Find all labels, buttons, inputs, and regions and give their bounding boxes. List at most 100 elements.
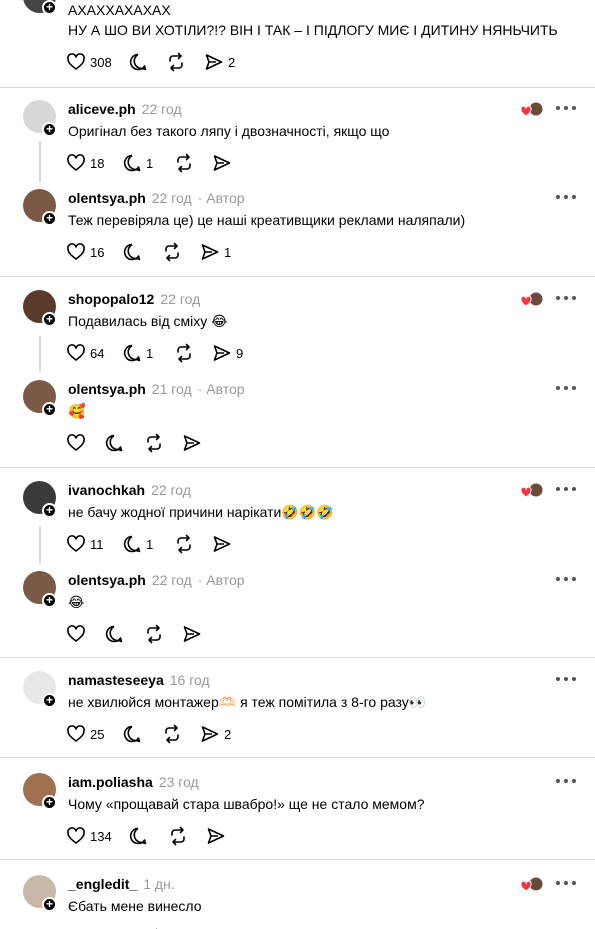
heart-icon xyxy=(66,242,86,262)
username[interactable]: namasteseeya 16 год xyxy=(68,672,210,688)
share-button[interactable]: 2 xyxy=(200,724,231,744)
plus-icon[interactable]: + xyxy=(42,211,57,226)
username-text[interactable]: namasteseeya xyxy=(68,672,164,688)
comment-actions: 16 1 xyxy=(66,242,231,262)
comment-text: Теж перевіряла це) це наші креативщики р… xyxy=(68,212,466,228)
comment-button[interactable] xyxy=(104,433,144,453)
plus-icon[interactable]: + xyxy=(42,897,57,912)
comment-icon xyxy=(104,624,124,644)
username[interactable]: olentsya.ph 21 год · Автор xyxy=(68,381,245,397)
comment-icon xyxy=(128,826,148,846)
repost-button[interactable] xyxy=(162,724,200,744)
repost-button[interactable] xyxy=(168,826,206,846)
share-button[interactable] xyxy=(212,534,232,554)
repost-button[interactable] xyxy=(144,433,182,453)
like-count: 64 xyxy=(90,345,105,361)
username[interactable]: olentsya.ph 22 год · Автор xyxy=(68,190,245,206)
comment-button[interactable] xyxy=(104,624,144,644)
divider xyxy=(0,657,595,658)
share-icon xyxy=(200,242,220,262)
timestamp: 23 год xyxy=(158,774,199,790)
more-icon[interactable] xyxy=(556,191,576,203)
comment-button[interactable] xyxy=(128,52,166,72)
comment-button[interactable] xyxy=(122,724,162,744)
share-icon xyxy=(206,826,226,846)
username-text[interactable]: olentsya.ph xyxy=(68,572,146,588)
repost-button[interactable] xyxy=(144,624,182,644)
more-icon[interactable] xyxy=(556,673,576,685)
more-icon[interactable] xyxy=(556,292,576,304)
share-button[interactable]: 9 xyxy=(212,343,243,363)
like-button[interactable]: 25 xyxy=(66,724,122,744)
like-button[interactable] xyxy=(66,433,104,453)
username-text[interactable]: _engledit_ xyxy=(68,876,137,892)
author-badge: · Автор xyxy=(197,190,245,206)
plus-icon[interactable]: + xyxy=(42,0,57,15)
like-button[interactable] xyxy=(66,624,104,644)
plus-icon[interactable]: + xyxy=(42,693,57,708)
like-button[interactable]: 11 xyxy=(66,534,122,554)
share-button[interactable]: 2 xyxy=(204,52,235,72)
repost-button[interactable] xyxy=(174,153,212,173)
more-icon[interactable] xyxy=(556,382,576,394)
username[interactable]: olentsya.ph 22 год · Автор xyxy=(68,572,245,588)
comment-button[interactable] xyxy=(122,242,162,262)
timestamp: 21 год xyxy=(151,381,192,397)
comment-actions: 134 xyxy=(66,826,226,846)
comment: + olentsya.ph 22 год · Автор Теж перевіряла … xyxy=(0,189,595,279)
username[interactable]: shopopalo12 22 год xyxy=(68,291,200,307)
like-button[interactable]: 64 xyxy=(66,343,122,363)
heart-icon xyxy=(66,343,86,363)
plus-icon[interactable]: + xyxy=(42,593,57,608)
username-text[interactable]: olentsya.ph xyxy=(68,381,146,397)
share-count: 2 xyxy=(224,726,232,742)
username-text[interactable]: shopopalo12 xyxy=(68,291,154,307)
comment-actions xyxy=(66,433,202,453)
username-text[interactable]: aliceve.ph xyxy=(68,101,136,117)
comment-button[interactable]: 1 xyxy=(122,153,174,173)
repost-icon xyxy=(168,826,188,846)
plus-icon[interactable]: + xyxy=(42,795,57,810)
more-icon[interactable] xyxy=(556,877,576,889)
share-button[interactable] xyxy=(206,826,226,846)
username[interactable]: iam.poliasha 23 год xyxy=(68,774,199,790)
share-button[interactable] xyxy=(182,433,202,453)
username[interactable]: _engledit_ 1 дн. xyxy=(68,876,175,892)
plus-icon[interactable]: + xyxy=(42,503,57,518)
heart-icon xyxy=(66,826,86,846)
repost-button[interactable] xyxy=(174,534,212,554)
like-button[interactable]: 308 xyxy=(66,52,128,72)
comment-button[interactable]: 1 xyxy=(122,343,174,363)
plus-icon[interactable]: + xyxy=(42,312,57,327)
like-button[interactable]: 134 xyxy=(66,826,128,846)
share-button[interactable] xyxy=(212,153,232,173)
repost-button[interactable] xyxy=(166,52,204,72)
more-icon[interactable] xyxy=(556,483,576,495)
like-count: 11 xyxy=(90,536,104,552)
username-text[interactable]: ivanochkah xyxy=(68,482,145,498)
username[interactable]: aliceve.ph 22 год xyxy=(68,101,182,117)
repost-button[interactable] xyxy=(174,343,212,363)
share-icon xyxy=(212,343,232,363)
comment-icon xyxy=(122,724,142,744)
share-button[interactable]: 1 xyxy=(200,242,231,262)
like-button[interactable]: 18 xyxy=(66,153,122,173)
username[interactable]: ivanochkah 22 год xyxy=(68,482,191,498)
post-text-line1: АХАХХАХАХАХ xyxy=(68,2,171,18)
comment-button[interactable] xyxy=(128,826,168,846)
comment-actions: 25 2 xyxy=(66,724,231,744)
timestamp: 22 год xyxy=(160,291,201,307)
username-text[interactable]: olentsya.ph xyxy=(68,190,146,206)
plus-icon[interactable]: + xyxy=(42,122,57,137)
repost-button[interactable] xyxy=(162,242,200,262)
divider xyxy=(0,859,595,860)
comment-button[interactable]: 1 xyxy=(122,534,174,554)
username-text[interactable]: iam.poliasha xyxy=(68,774,153,790)
plus-icon[interactable]: + xyxy=(42,402,57,417)
like-button[interactable]: 16 xyxy=(66,242,122,262)
more-icon[interactable] xyxy=(556,775,576,787)
heart-icon xyxy=(66,534,86,554)
more-icon[interactable] xyxy=(556,102,576,114)
share-button[interactable] xyxy=(182,624,202,644)
more-icon[interactable] xyxy=(556,573,576,585)
